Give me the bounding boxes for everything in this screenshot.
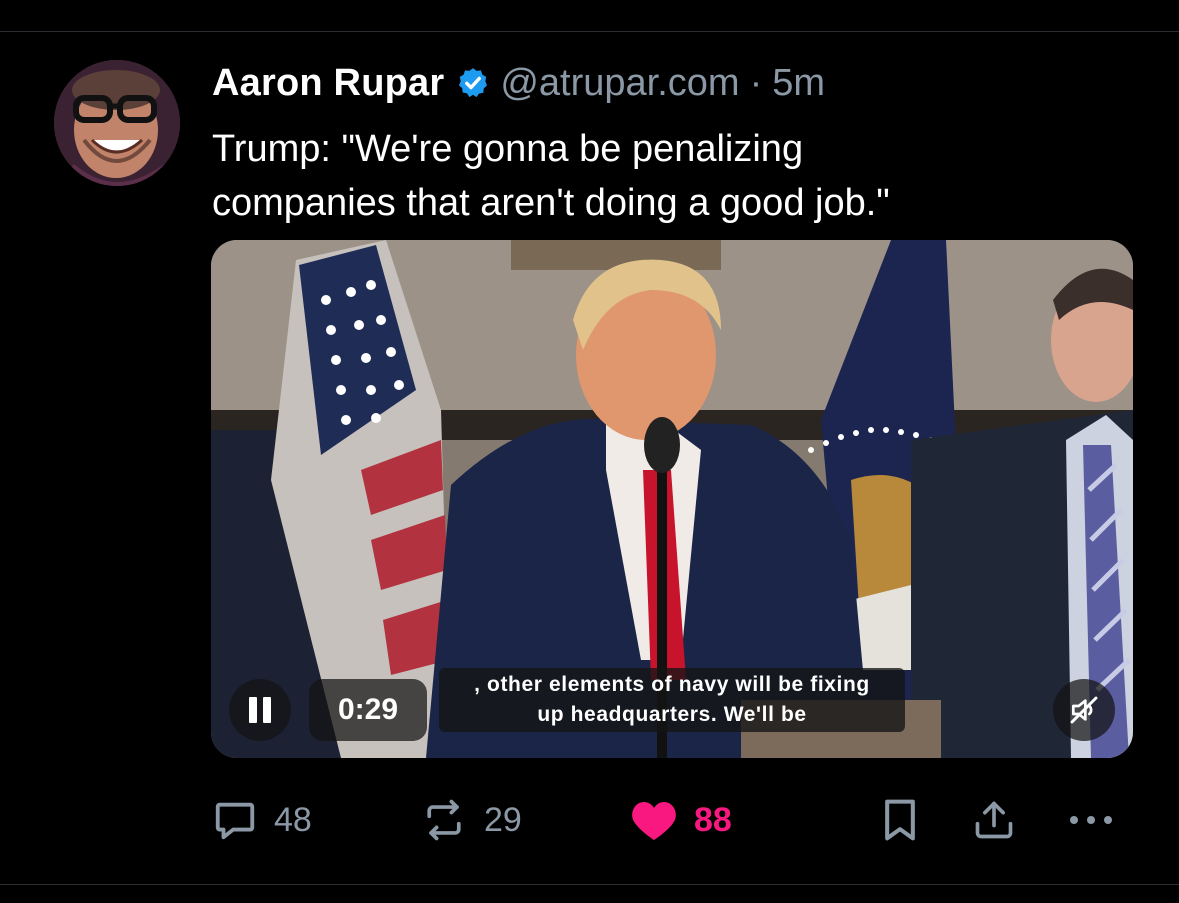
repost-arrows-icon <box>427 799 461 841</box>
post-screen: Aaron Rupar @atrupar.com · 5m Trump: "We… <box>0 0 1179 903</box>
caption-line-2: up headquarters. We'll be <box>537 703 807 726</box>
video-caption: , other elements of navy will be fixing … <box>439 668 905 732</box>
repost-button[interactable]: 29 <box>420 790 522 850</box>
reply-count: 48 <box>274 800 312 839</box>
bookmark-button[interactable] <box>880 790 920 850</box>
header-separator: · <box>749 61 763 104</box>
divider-bottom <box>0 884 1179 885</box>
heart-icon <box>632 802 676 840</box>
author-avatar[interactable] <box>54 60 180 186</box>
speech-bubble-icon <box>215 802 255 840</box>
mute-toggle-button[interactable] <box>1053 679 1115 741</box>
post-text: Trump: "We're gonna be penalizing compan… <box>212 128 890 224</box>
divider-top <box>0 31 1179 32</box>
bookmark-icon <box>885 799 915 841</box>
verified-check-icon <box>456 66 490 100</box>
post-header: Aaron Rupar @atrupar.com · 5m <box>212 58 825 108</box>
avatar-image <box>54 60 180 186</box>
video-timecode: 0:29 <box>309 679 427 741</box>
pause-icon-bar <box>263 697 271 723</box>
share-button[interactable] <box>972 790 1016 850</box>
reply-button[interactable]: 48 <box>212 790 312 850</box>
like-count: 88 <box>694 800 732 839</box>
share-upload-icon <box>975 801 1013 839</box>
post-action-bar: 48 29 88 <box>0 790 1179 850</box>
like-button[interactable]: 88 <box>630 790 732 850</box>
post-timestamp[interactable]: 5m <box>772 62 825 105</box>
more-options-button[interactable] <box>1066 790 1116 850</box>
pause-icon <box>249 697 257 723</box>
author-handle[interactable]: @atrupar.com <box>500 62 739 105</box>
more-dots-icon <box>1070 816 1112 824</box>
pause-button[interactable] <box>229 679 291 741</box>
repost-count: 29 <box>484 800 522 839</box>
speaker-muted-icon <box>1070 696 1098 724</box>
caption-line-1: , other elements of navy will be fixing <box>474 673 870 696</box>
author-name[interactable]: Aaron Rupar <box>212 62 444 105</box>
video-player[interactable]: 0:29 , other elements of navy will be fi… <box>211 240 1133 758</box>
